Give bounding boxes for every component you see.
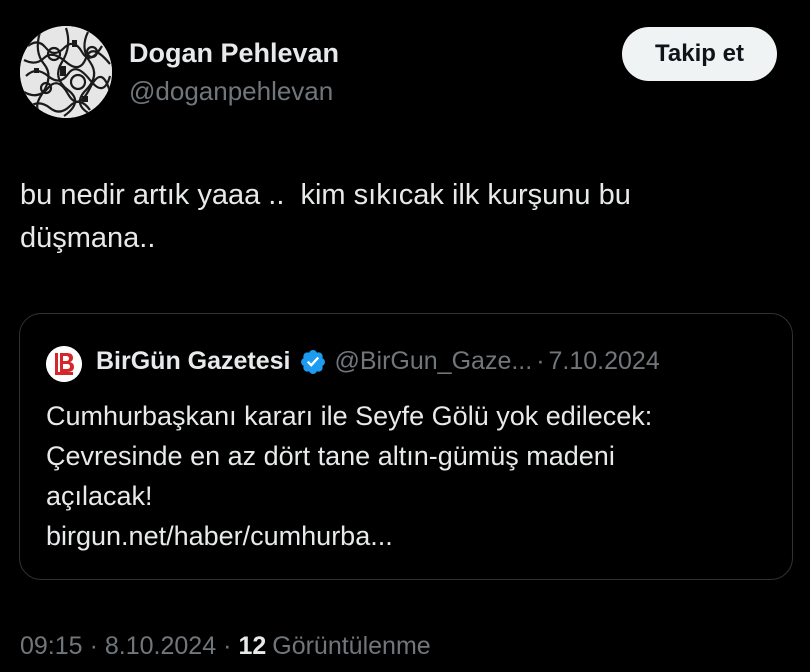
views-label: Görüntülenme bbox=[272, 632, 431, 660]
tweet-card: Dogan Pehlevan @doganpehlevan Takip et b… bbox=[0, 0, 810, 672]
birgun-logo-icon bbox=[46, 346, 82, 382]
quote-text-line: açılacak! bbox=[46, 481, 153, 511]
quote-text-line: Cumhurbaşkanı kararı ile Seyfe Gölü yok … bbox=[46, 401, 653, 431]
meta-separator: · bbox=[223, 632, 232, 660]
tweet-date[interactable]: 8.10.2024 bbox=[105, 632, 216, 661]
quote-text: Cumhurbaşkanı kararı ile Seyfe Gölü yok … bbox=[46, 396, 776, 556]
meta-separator: · bbox=[89, 632, 98, 660]
quote-header: BirGün Gazetesi @BirGun_Gaze... · 7.10.2… bbox=[96, 347, 660, 376]
tweet-meta: 09:15 · 8.10.2024 · 12 Görüntülenme bbox=[20, 632, 431, 661]
author-display-name[interactable]: Dogan Pehlevan bbox=[129, 38, 339, 69]
verified-badge-icon bbox=[300, 349, 325, 374]
quote-author-handle[interactable]: @BirGun_Gaze... bbox=[335, 347, 533, 376]
quote-author-name[interactable]: BirGün Gazetesi bbox=[96, 347, 291, 376]
quote-text-line: Çevresinde en az dört tane altın-gümüş m… bbox=[46, 441, 615, 471]
author-handle[interactable]: @doganpehlevan bbox=[129, 76, 333, 107]
quote-date[interactable]: 7.10.2024 bbox=[549, 347, 660, 376]
tweet-time[interactable]: 09:15 bbox=[20, 632, 83, 661]
quote-separator: · bbox=[536, 347, 545, 375]
tweet-text: bu nedir artık yaaa .. kim sıkıcak ilk k… bbox=[20, 179, 631, 254]
quoted-tweet[interactable]: BirGün Gazetesi @BirGun_Gaze... · 7.10.2… bbox=[19, 313, 793, 580]
quote-link[interactable]: birgun.net/haber/cumhurba... bbox=[46, 516, 776, 556]
views-count: 12 bbox=[238, 632, 267, 660]
avatar[interactable] bbox=[20, 26, 112, 118]
avatar-pattern-icon bbox=[20, 26, 112, 118]
follow-button[interactable]: Takip et bbox=[622, 27, 777, 81]
